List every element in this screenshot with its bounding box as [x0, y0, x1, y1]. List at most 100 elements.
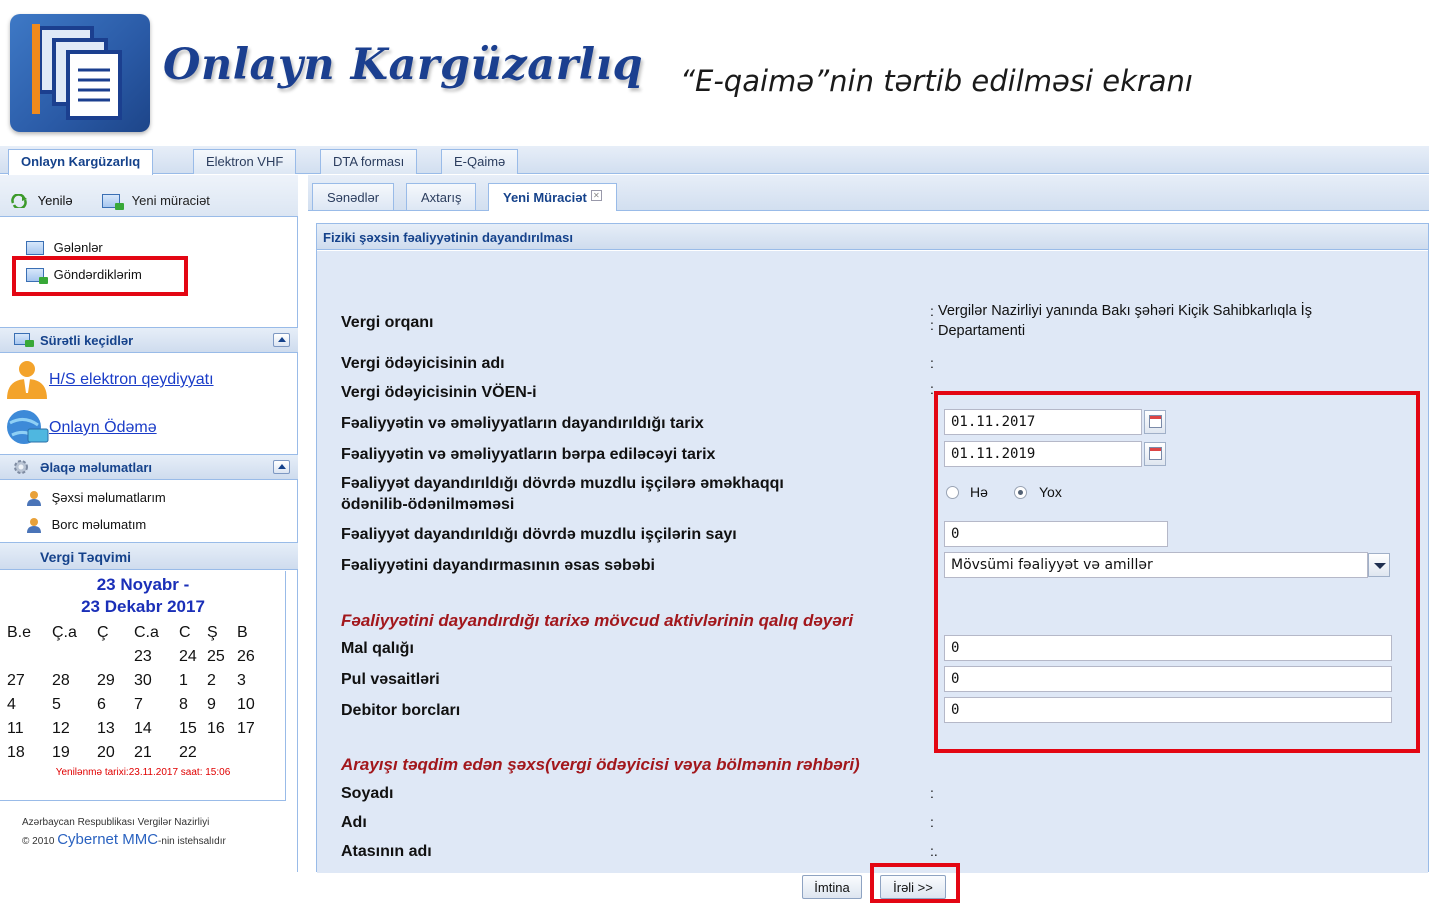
- gear-icon: [12, 458, 30, 479]
- form-body: Vergi orqanı : : Vergilər Nazirliyi yanı…: [317, 251, 1428, 903]
- calendar-day: 9: [207, 696, 216, 713]
- link-hs-registration-label[interactable]: H/S elektron qeydiyyatı: [49, 371, 214, 389]
- calendar-range-2: 23 Dekabr 2017: [81, 597, 205, 616]
- collapse-icon[interactable]: [273, 333, 290, 347]
- collapse-icon[interactable]: [273, 460, 290, 474]
- tab-new-request-label: Yeni Müraciət: [503, 190, 587, 205]
- calendar-updated: Yenilənmə tarixi:23.11.2017 saat: 15:06: [55, 767, 231, 778]
- top-tab-bar: Onlayn Kargüzarlıq Elektron VHF DTA form…: [0, 146, 1429, 175]
- highlight-box-next: [870, 863, 960, 903]
- calendar-day: 22: [179, 744, 197, 761]
- cash-label: Pul vəsaitləri: [341, 671, 440, 688]
- calendar-title: Vergi Təqvimi: [40, 549, 132, 565]
- cancel-button[interactable]: İmtina: [802, 875, 862, 899]
- footer-prefix: © 2010: [22, 836, 55, 847]
- tax-authority-label: Vergi orqanı: [341, 314, 434, 331]
- folder-inbox[interactable]: Gələnlər: [26, 239, 103, 255]
- folder-inbox-label: Gələnlər: [53, 240, 103, 256]
- calendar-day: 14: [134, 720, 152, 737]
- user-icon: [27, 490, 41, 506]
- link-personal-info[interactable]: Şəxsi məlumatlarım: [26, 489, 166, 506]
- calendar-day: 15: [179, 720, 197, 737]
- calendar-day: 30: [134, 672, 152, 689]
- weekday: Ç: [97, 624, 109, 641]
- app-title: Onlayn Kargüzarlıq: [163, 40, 644, 90]
- link-online-payment-label[interactable]: Onlayn Ödəmə: [49, 419, 157, 437]
- calendar-day: 5: [52, 696, 61, 713]
- quick-links-icon: [14, 333, 34, 347]
- link-online-payment[interactable]: Onlayn Ödəmə: [4, 407, 294, 447]
- calendar-day: 12: [52, 720, 70, 737]
- colon: :.: [930, 843, 938, 859]
- calendar-week: 11 12 13 14 15 16 17: [6, 717, 266, 741]
- colon: :: [930, 814, 934, 830]
- contact-title: Əlaqə məlumatları: [40, 460, 153, 475]
- highlight-box-sent: [12, 256, 188, 296]
- tab-onlayn-karguzarliq[interactable]: Onlayn Kargüzarlıq: [8, 149, 154, 175]
- colon: :: [930, 355, 934, 371]
- tab-elektron-vhf[interactable]: Elektron VHF: [193, 149, 297, 174]
- tab-e-qaime[interactable]: E-Qaimə: [441, 149, 519, 174]
- calendar-day: [51, 645, 96, 669]
- calendar-day: 24: [179, 648, 197, 665]
- link-debt-info-label: Borc məlumatım: [51, 517, 147, 533]
- calendar-day: 29: [97, 672, 115, 689]
- resume-date-label: Fəaliyyətin və əməliyyatların bərpa edil…: [341, 446, 716, 463]
- sidebar: Yenilə Yeni müraciət Gələnlər Göndərdikl…: [0, 175, 298, 872]
- patronymic-label: Atasının adı: [341, 843, 432, 860]
- weekday: B.e: [7, 624, 32, 641]
- calendar-day: 19: [52, 744, 70, 761]
- sidebar-toolbar: Yenilə Yeni müraciət: [0, 175, 298, 217]
- calendar-day: [6, 645, 51, 669]
- calendar-day: 26: [237, 648, 255, 665]
- calendar-day: 25: [207, 648, 225, 665]
- debtors-label: Debitor borcları: [341, 702, 461, 719]
- form-title: Fiziki şəxsin fəaliyyətinin dayandırılma…: [317, 224, 1428, 250]
- tab-search[interactable]: Axtarış: [406, 183, 477, 210]
- calendar-week: 23 24 25 26: [6, 645, 266, 669]
- refresh-button[interactable]: Yenilə: [10, 192, 73, 210]
- weekday: C.a: [134, 624, 159, 641]
- request-form-panel: Fiziki şəxsin fəaliyyətinin dayandırılma…: [316, 223, 1429, 903]
- calendar-day: [96, 645, 133, 669]
- calendar-weekdays: B.e Ç.a Ç C.a C Ş B: [6, 621, 266, 645]
- globe-payment-icon: [7, 410, 49, 444]
- taxpayer-voen-label: Vergi ödəyicisinin VÖEN-i: [341, 384, 537, 401]
- new-request-button[interactable]: Yeni müraciət: [102, 192, 210, 210]
- goods-label: Mal qalığı: [341, 640, 414, 657]
- calendar-day: 13: [97, 720, 115, 737]
- footer-brand-link[interactable]: Cybernet MMC: [57, 831, 158, 848]
- tax-authority-value-2: Departamenti: [938, 323, 1026, 339]
- app-header: Onlayn Kargüzarlıq “E-qaimə”nin tərtib e…: [0, 0, 1429, 144]
- refresh-label: Yenilə: [37, 193, 73, 209]
- calendar-day: 3: [237, 672, 246, 689]
- calendar-panel: 23 Noyabr - 23 Dekabr 2017 B.e Ç.a Ç C.a…: [0, 571, 286, 801]
- link-debt-info[interactable]: Borc məlumatım: [26, 516, 146, 533]
- new-request-label: Yeni müraciət: [131, 193, 210, 209]
- tab-documents[interactable]: Sənədlər: [312, 183, 395, 210]
- link-hs-registration[interactable]: H/S elektron qeydiyyatı: [4, 359, 294, 399]
- weekday: B: [237, 624, 248, 641]
- refresh-icon: [10, 192, 28, 210]
- footer-ministry: Azərbaycan Respublikası Vergilər Nazirli…: [22, 817, 210, 828]
- salary-paid-label-1: Fəaliyyət dayandırıldığı dövrdə muzdlu i…: [341, 475, 784, 492]
- colon: :: [930, 317, 934, 333]
- tab-new-request[interactable]: Yeni Müraciət ✕: [488, 183, 617, 211]
- calendar-day: 23: [134, 648, 152, 665]
- calendar-day: [236, 741, 266, 765]
- calendar-day: 21: [134, 744, 152, 761]
- assets-section-title: Fəaliyyətini dayandırdığı tarixə mövcud …: [341, 611, 854, 630]
- stop-date-label: Fəaliyyətin və əməliyyatların dayandırıl…: [341, 415, 704, 432]
- contact-header: Əlaqə məlumatları: [0, 454, 298, 480]
- calendar-header: Vergi Təqvimi: [0, 542, 298, 570]
- footer-credit: © 2010 Cybernet MMC-nin istehsalıdır: [22, 831, 226, 848]
- calendar-day: 16: [207, 720, 225, 737]
- close-icon[interactable]: ✕: [590, 190, 602, 201]
- calendar-day: 27: [7, 672, 25, 689]
- link-personal-info-label: Şəxsi məlumatlarım: [51, 490, 166, 506]
- calendar-day: 8: [179, 696, 188, 713]
- tab-dta-formasi[interactable]: DTA forması: [320, 149, 418, 174]
- quick-links-header: Sürətli keçidlər: [0, 327, 298, 353]
- calendar-day: [206, 741, 236, 765]
- footer-suffix: -nin istehsalıdır: [158, 836, 226, 847]
